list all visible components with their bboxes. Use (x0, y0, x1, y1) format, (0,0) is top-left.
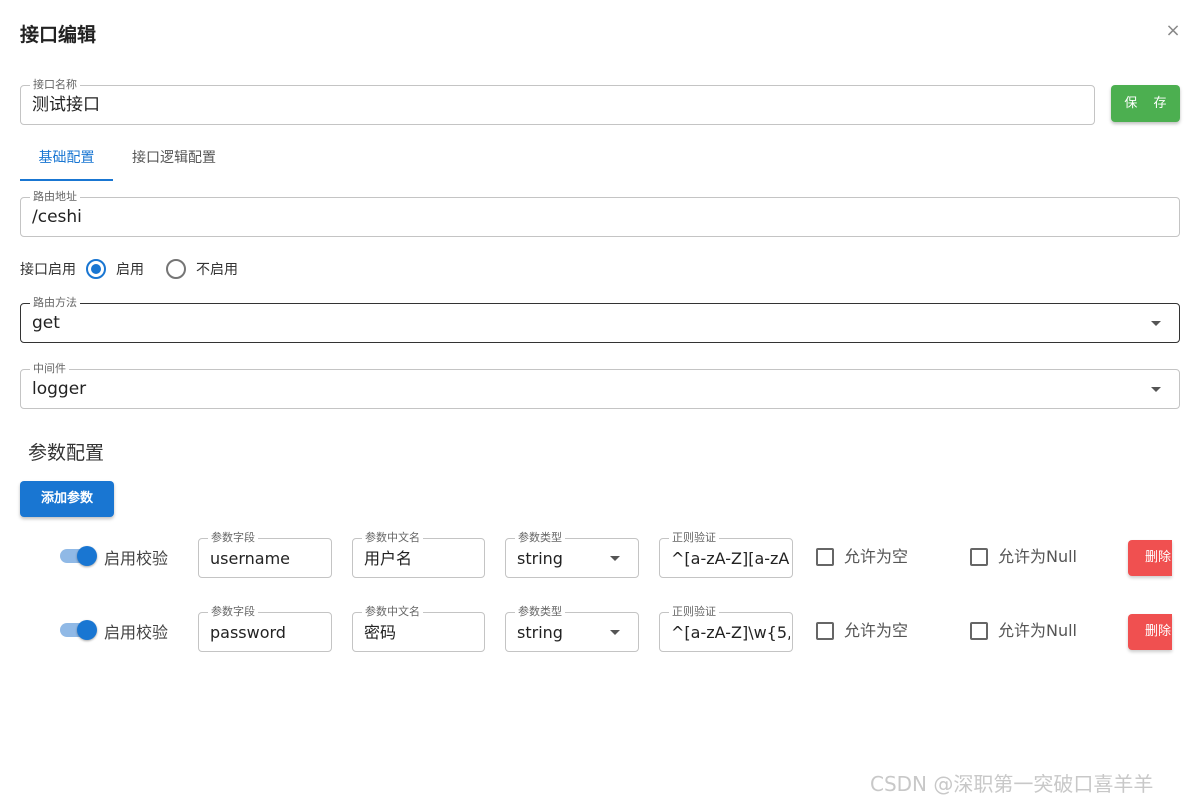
param-regex-label: 正则验证 (669, 531, 719, 545)
radio-enabled[interactable] (86, 259, 106, 279)
param-regex-value[interactable]: ^[a-zA-Z]\w{5, (671, 622, 790, 644)
param-regex-label: 正则验证 (669, 605, 719, 619)
param-row: 启用校验 参数字段 password 参数中文名 密码 参数类型 string … (0, 605, 1200, 652)
api-name-input[interactable]: 测试接口 (32, 94, 1084, 116)
chevron-down-icon[interactable] (610, 556, 620, 561)
close-icon[interactable]: × (1162, 20, 1184, 42)
route-field[interactable]: 路由地址 /ceshi (20, 190, 1180, 237)
param-type-label: 参数类型 (515, 605, 565, 619)
param-cn-name-input[interactable]: 参数中文名 密码 (352, 605, 485, 652)
params-section-title: 参数配置 (28, 442, 105, 464)
allow-empty-checkbox[interactable] (816, 548, 834, 566)
param-cn-name-label: 参数中文名 (362, 531, 423, 545)
api-name-field[interactable]: 接口名称 测试接口 (20, 78, 1095, 125)
param-cn-name-value[interactable]: 密码 (364, 622, 474, 644)
method-label: 路由方法 (30, 296, 80, 310)
param-row: 启用校验 参数字段 username 参数中文名 用户名 参数类型 string… (0, 531, 1200, 578)
edit-dialog: 接口编辑 × 接口名称 测试接口 保 存 基础配置 接口逻辑配置 路由地址 /c… (0, 0, 1200, 800)
validate-toggle[interactable] (60, 620, 97, 640)
allow-null-checkbox[interactable] (970, 622, 988, 640)
param-field-label: 参数字段 (208, 531, 258, 545)
middleware-select[interactable]: 中间件 logger (20, 362, 1180, 409)
middleware-label: 中间件 (30, 362, 69, 376)
radio-enabled-label[interactable]: 启用 (116, 260, 144, 280)
delete-param-button[interactable]: 删除 (1128, 614, 1172, 650)
toggle-knob (77, 546, 97, 566)
method-select[interactable]: 路由方法 get (20, 296, 1180, 343)
param-cn-name-label: 参数中文名 (362, 605, 423, 619)
allow-null-checkbox[interactable] (970, 548, 988, 566)
route-label: 路由地址 (30, 190, 80, 204)
enable-label: 接口启用 (20, 262, 76, 278)
middleware-value: logger (32, 379, 87, 399)
save-button[interactable]: 保 存 (1111, 85, 1180, 122)
allow-empty-label: 允许为空 (844, 621, 909, 640)
param-cn-name-input[interactable]: 参数中文名 用户名 (352, 531, 485, 578)
radio-disabled[interactable] (166, 259, 186, 279)
chevron-down-icon[interactable] (1151, 387, 1161, 392)
allow-empty-checkbox[interactable] (816, 622, 834, 640)
allow-empty-label: 允许为空 (844, 547, 909, 566)
allow-null-label: 允许为Null (998, 621, 1078, 640)
chevron-down-icon[interactable] (1151, 321, 1161, 326)
param-field-input[interactable]: 参数字段 username (198, 531, 332, 578)
tab-basic-config[interactable]: 基础配置 (20, 140, 113, 181)
validate-toggle[interactable] (60, 546, 97, 566)
tab-logic-config[interactable]: 接口逻辑配置 (124, 140, 224, 181)
param-field-value[interactable]: password (210, 622, 321, 644)
toggle-knob (77, 620, 97, 640)
method-value: get (32, 313, 60, 333)
param-regex-input[interactable]: 正则验证 ^[a-zA-Z]\w{5, (659, 605, 793, 652)
add-param-button[interactable]: 添加参数 (20, 481, 114, 517)
radio-disabled-label[interactable]: 不启用 (196, 260, 238, 280)
allow-null-label: 允许为Null (998, 547, 1078, 566)
param-regex-input[interactable]: 正则验证 ^[a-zA-Z][a-zA (659, 531, 793, 578)
param-field-label: 参数字段 (208, 605, 258, 619)
param-type-select[interactable]: 参数类型 string (505, 531, 639, 578)
param-cn-name-value[interactable]: 用户名 (364, 548, 474, 570)
param-field-input[interactable]: 参数字段 password (198, 605, 332, 652)
param-type-label: 参数类型 (515, 531, 565, 545)
param-type-select[interactable]: 参数类型 string (505, 605, 639, 652)
param-regex-value[interactable]: ^[a-zA-Z][a-zA (671, 548, 790, 570)
route-input[interactable]: /ceshi (32, 206, 1169, 228)
validate-label: 启用校验 (104, 549, 169, 568)
api-name-label: 接口名称 (30, 78, 80, 92)
delete-param-button[interactable]: 删除 (1128, 540, 1172, 576)
validate-label: 启用校验 (104, 623, 169, 642)
chevron-down-icon[interactable] (610, 630, 620, 635)
dialog-title: 接口编辑 (20, 24, 97, 46)
watermark: CSDN @深职第一突破口喜羊羊 (870, 772, 1154, 796)
param-field-value[interactable]: username (210, 548, 321, 570)
